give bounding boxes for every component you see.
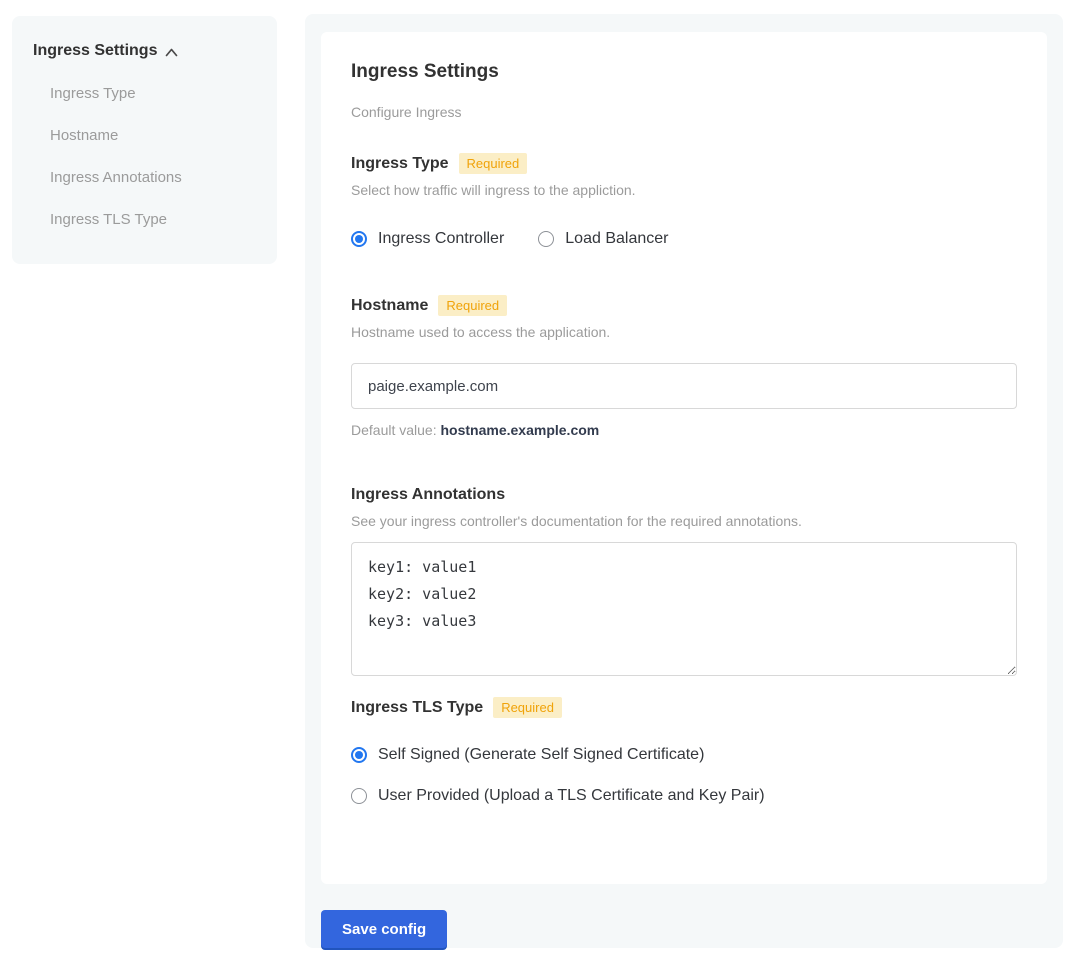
required-badge: Required <box>459 153 528 174</box>
page-subtitle: Configure Ingress <box>351 104 1017 121</box>
radio-option-ingress-controller[interactable]: Ingress Controller <box>351 229 504 249</box>
sidebar-group-label: Ingress Settings <box>33 42 157 60</box>
hostname-default-line: Default value: hostname.example.com <box>351 422 1017 439</box>
field-label-hostname: Hostname <box>351 296 428 316</box>
group-ingress-annotations-heading: Ingress Annotations <box>351 485 1017 505</box>
ingress-type-radio-group: Ingress Controller Load Balancer <box>351 229 1017 249</box>
config-card: Ingress Settings Configure Ingress Ingre… <box>321 32 1047 884</box>
required-badge: Required <box>438 295 507 316</box>
group-hostname: Hostname Required Hostname used to acces… <box>351 295 1017 439</box>
group-ingress-type: Ingress Type Required Select how traffic… <box>351 153 1017 249</box>
hostname-input[interactable] <box>351 363 1017 409</box>
sidebar-item-hostname[interactable]: Hostname <box>50 127 277 144</box>
radio-label: Load Balancer <box>565 229 668 249</box>
radio-option-self-signed[interactable]: Self Signed (Generate Self Signed Certif… <box>351 745 1017 765</box>
sidebar-group-ingress-settings[interactable]: Ingress Settings <box>33 42 277 60</box>
radio-label: User Provided (Upload a TLS Certificate … <box>378 786 765 806</box>
field-label-ingress-annotations: Ingress Annotations <box>351 485 505 505</box>
config-page: Ingress Settings Ingress Type Hostname I… <box>0 0 1090 969</box>
page-title: Ingress Settings <box>351 60 1017 83</box>
group-ingress-tls-type-heading: Ingress TLS Type Required <box>351 697 1017 718</box>
ingress-tls-type-radio-group: Self Signed (Generate Self Signed Certif… <box>351 745 1017 806</box>
radio-selected-icon[interactable] <box>351 747 367 763</box>
radio-label: Self Signed (Generate Self Signed Certif… <box>378 745 704 765</box>
sidebar-item-ingress-annotations[interactable]: Ingress Annotations <box>50 169 277 186</box>
radio-selected-icon[interactable] <box>351 231 367 247</box>
required-badge: Required <box>493 697 562 718</box>
field-label-ingress-tls-type: Ingress TLS Type <box>351 698 483 718</box>
group-ingress-tls-type: Ingress TLS Type Required Self Signed (G… <box>351 697 1017 806</box>
radio-label: Ingress Controller <box>378 229 504 249</box>
group-hostname-heading: Hostname Required <box>351 295 1017 316</box>
save-config-button[interactable]: Save config <box>321 910 447 948</box>
group-ingress-annotations: Ingress Annotations See your ingress con… <box>351 485 1017 676</box>
sidebar-item-ingress-tls-type[interactable]: Ingress TLS Type <box>50 211 277 228</box>
sidebar-item-ingress-type[interactable]: Ingress Type <box>50 85 277 102</box>
ingress-annotations-textarea[interactable]: key1: value1 key2: value2 key3: value3 <box>351 542 1017 676</box>
group-ingress-type-heading: Ingress Type Required <box>351 153 1017 174</box>
chevron-up-icon <box>165 48 178 57</box>
default-value-prefix: Default value: <box>351 422 441 438</box>
field-help-ingress-type: Select how traffic will ingress to the a… <box>351 182 1017 199</box>
default-value-link[interactable]: hostname.example.com <box>441 422 600 438</box>
config-panel: Ingress Settings Configure Ingress Ingre… <box>305 14 1063 948</box>
radio-unselected-icon[interactable] <box>351 788 367 804</box>
field-help-hostname: Hostname used to access the application. <box>351 324 1017 341</box>
field-help-ingress-annotations: See your ingress controller's documentat… <box>351 513 1017 530</box>
radio-option-user-provided[interactable]: User Provided (Upload a TLS Certificate … <box>351 786 1017 806</box>
config-nav-sidebar: Ingress Settings Ingress Type Hostname I… <box>12 16 277 264</box>
radio-option-load-balancer[interactable]: Load Balancer <box>538 229 668 249</box>
radio-unselected-icon[interactable] <box>538 231 554 247</box>
field-label-ingress-type: Ingress Type <box>351 154 449 174</box>
